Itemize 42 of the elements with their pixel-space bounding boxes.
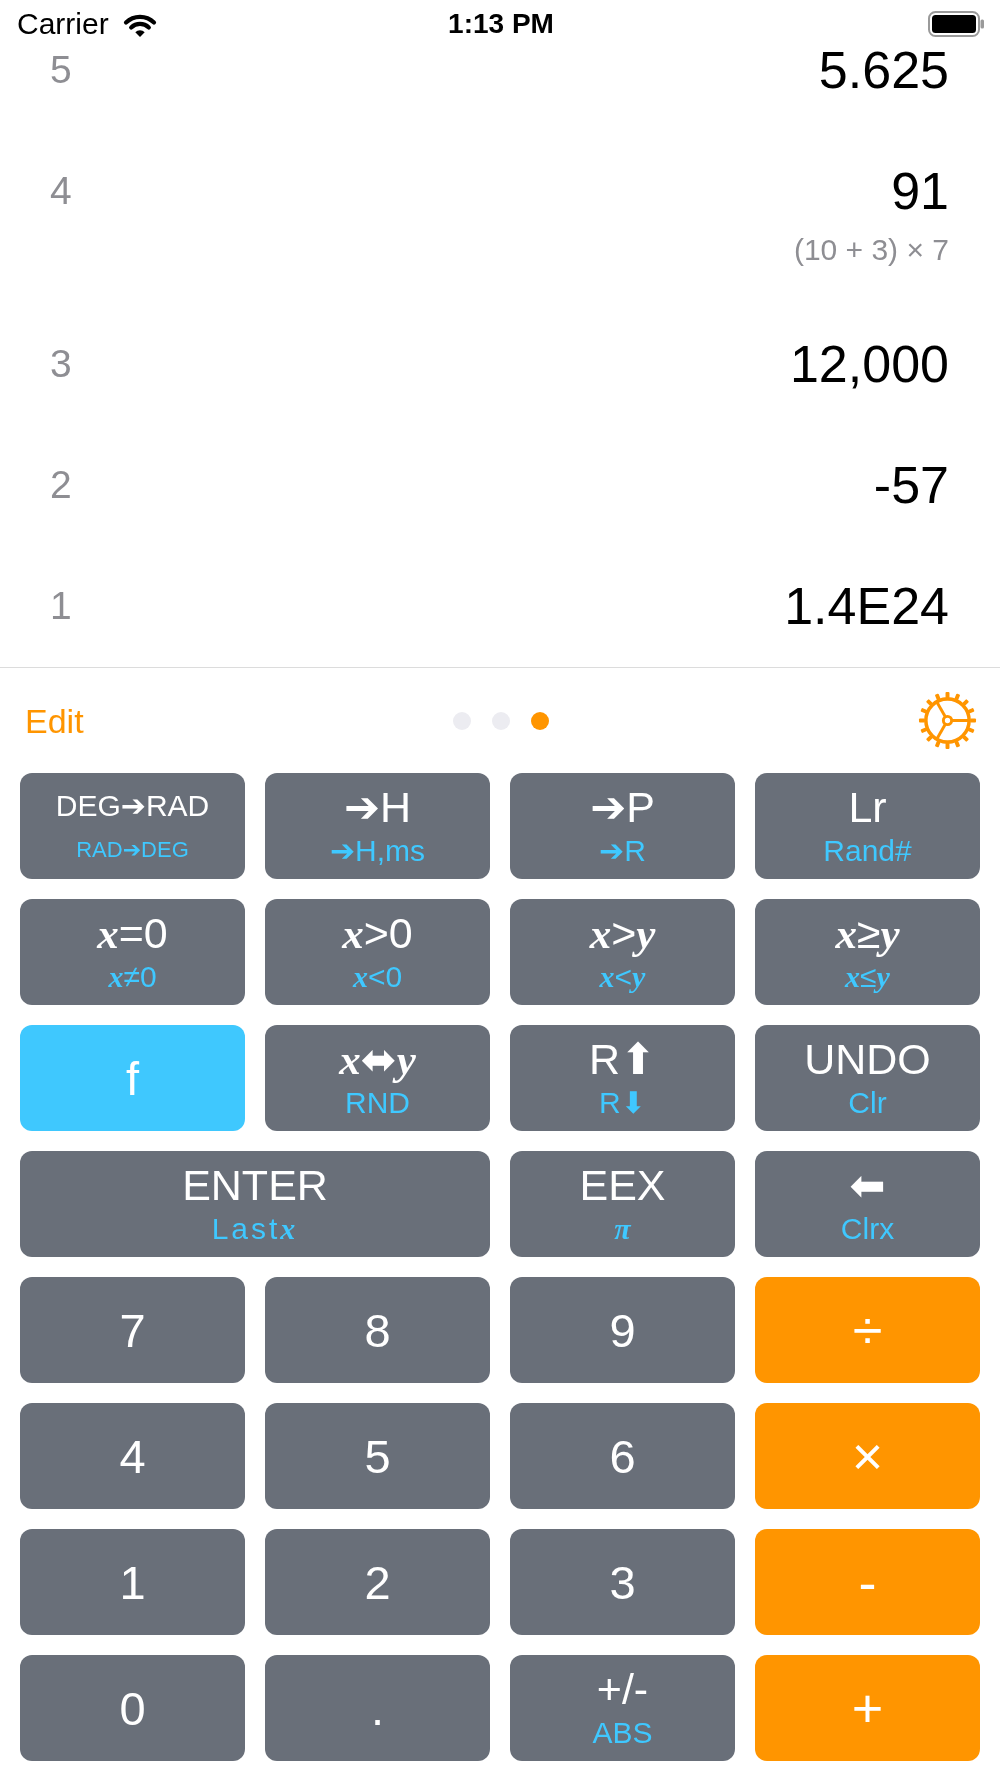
calculator-key[interactable]: x>0 x<0 — [265, 899, 490, 1005]
calculator-key[interactable]: ➔H ➔H,ms — [265, 773, 490, 879]
calculator-key[interactable]: 3 — [510, 1529, 735, 1635]
calculator-key[interactable]: UNDO Clr — [755, 1025, 980, 1131]
stack-level-number: 4 — [50, 168, 72, 214]
calculator-key[interactable]: ⬅ Clrx — [755, 1151, 980, 1257]
calculator-key[interactable]: ➔P ➔R — [510, 773, 735, 879]
calculator-key[interactable]: x≥y x≤y — [755, 899, 980, 1005]
calculator-key[interactable]: 7 — [20, 1277, 245, 1383]
battery-icon — [928, 11, 985, 37]
stack-level-number: 5 — [50, 47, 72, 93]
stack-level-number: 1 — [50, 583, 72, 629]
calculator-key[interactable]: 6 — [510, 1403, 735, 1509]
calculator-key[interactable]: +/- ABS — [510, 1655, 735, 1761]
stack-level-number: 3 — [50, 341, 72, 387]
enter-key[interactable]: ENTER Lastx — [20, 1151, 490, 1257]
stack-expression: (10 + 3) × 7 — [793, 235, 949, 265]
carrier-name: Carrier — [17, 7, 109, 41]
status-time: 1:13 PM — [448, 7, 554, 41]
page-dot[interactable] — [531, 711, 549, 730]
stack-value: 12,000 — [789, 338, 949, 390]
calculator-key[interactable]: x⬌y RND — [265, 1025, 490, 1131]
stack-value: 5.625 — [818, 44, 949, 96]
calculator-key[interactable]: 2 — [265, 1529, 490, 1635]
stack-value: 1.4E24 — [784, 580, 949, 632]
calculator-key[interactable]: 5 — [265, 1403, 490, 1509]
calculator-key[interactable]: 9 — [510, 1277, 735, 1383]
calculator-key[interactable]: Lr Rand# — [755, 773, 980, 879]
calculator-key[interactable]: x=0 x≠0 — [20, 899, 245, 1005]
calculator-key[interactable]: . — [265, 1655, 490, 1761]
calculator-key[interactable]: EEX π — [510, 1151, 735, 1257]
calculator-key[interactable]: 8 — [265, 1277, 490, 1383]
stack-level-number: 2 — [50, 462, 72, 508]
calculator-key[interactable]: DEG➔RAD RAD➔DEG — [20, 773, 245, 879]
calculator-key[interactable]: x>y x<y — [510, 899, 735, 1005]
calculator-key[interactable]: 4 — [20, 1403, 245, 1509]
calculator-key[interactable]: 1 — [20, 1529, 245, 1635]
stack-value: 91 — [891, 165, 949, 217]
calculator-key[interactable]: R⬆ R⬇ — [510, 1025, 735, 1131]
stack-value: -57 — [873, 459, 949, 511]
calculator-key[interactable]: 0 — [20, 1655, 245, 1761]
settings-icon[interactable] — [918, 691, 977, 750]
